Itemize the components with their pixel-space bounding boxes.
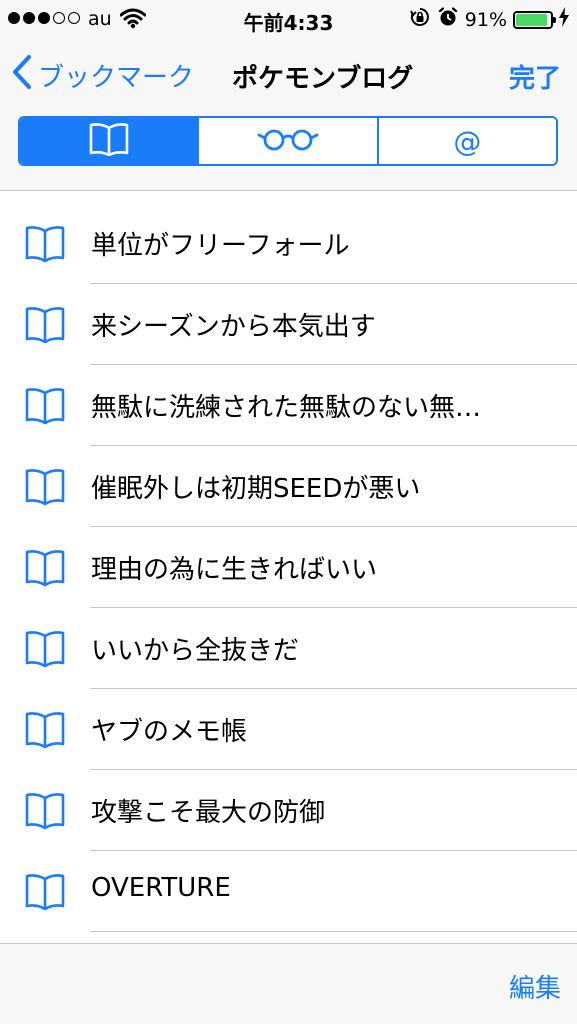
bookmark-row[interactable]: 単位がフリーフォール xyxy=(0,203,577,284)
glasses-icon xyxy=(257,126,319,156)
book-icon xyxy=(24,306,66,344)
book-icon xyxy=(24,225,66,263)
bookmark-title: いいから全抜きだ xyxy=(91,636,300,666)
rotation-lock-icon xyxy=(409,6,431,33)
book-icon xyxy=(24,630,66,668)
top-bar: au 午前4:33 91% ブックマーク ポケモンブログ 完了 @ xyxy=(0,0,577,191)
segment-shared-links[interactable]: @ xyxy=(376,118,556,164)
bookmark-title: 理由の為に生きればいい xyxy=(91,555,378,585)
battery-percent: 91% xyxy=(464,8,507,31)
bookmark-row[interactable]: 理由の為に生きればいい xyxy=(0,527,577,608)
book-icon xyxy=(24,468,66,506)
bookmark-title: 攻撃こそ最大の防御 xyxy=(91,798,326,828)
book-icon xyxy=(24,549,66,587)
back-button-label: ブックマーク xyxy=(38,63,195,93)
bookmark-title: 来シーズンから本気出す xyxy=(91,312,376,342)
bookmark-row[interactable]: いいから全抜きだ xyxy=(0,608,577,689)
battery-icon xyxy=(513,10,556,29)
alarm-icon xyxy=(437,6,459,33)
charging-icon xyxy=(559,7,569,32)
bookmark-row[interactable]: 催眠外しは初期SEEDが悪い xyxy=(0,446,577,527)
bookmark-row[interactable]: 攻撃こそ最大の防御 xyxy=(0,770,577,851)
book-icon xyxy=(24,873,66,911)
at-icon: @ xyxy=(453,124,482,158)
bookmark-row[interactable]: 無駄に洗練された無駄のない無… xyxy=(0,365,577,446)
segment-bookmarks[interactable] xyxy=(20,118,198,164)
back-button[interactable]: ブックマーク xyxy=(12,54,194,97)
screen: au 午前4:33 91% ブックマーク ポケモンブログ 完了 @ 単位がフリー… xyxy=(0,0,577,1024)
book-icon xyxy=(24,792,66,830)
navigation-bar: ブックマーク ポケモンブログ 完了 xyxy=(0,46,577,106)
bookmark-title: 無駄に洗練された無駄のない無… xyxy=(91,393,482,423)
segmented-control: @ xyxy=(18,116,558,166)
battery-fill xyxy=(516,13,547,26)
done-button[interactable]: 完了 xyxy=(509,58,561,95)
bookmark-title: ヤブのメモ帳 xyxy=(91,717,248,747)
book-icon xyxy=(24,711,66,749)
status-bar: au 午前4:33 91% xyxy=(0,0,577,40)
bookmark-row[interactable]: 来シーズンから本気出す xyxy=(0,284,577,365)
book-icon xyxy=(24,387,66,425)
segment-reading-list[interactable] xyxy=(197,118,376,164)
bookmark-title: 単位がフリーフォール xyxy=(91,231,350,261)
bookmark-row[interactable]: ヤブのメモ帳 xyxy=(0,689,577,770)
bottom-toolbar: 編集 xyxy=(0,943,577,1024)
book-icon xyxy=(88,122,130,160)
bookmark-row[interactable]: OVERTURE xyxy=(0,851,577,932)
edit-button[interactable]: 編集 xyxy=(509,968,561,1005)
page-title: ポケモンブログ xyxy=(232,64,414,94)
battery-cap xyxy=(553,16,556,23)
chevron-left-icon xyxy=(12,54,32,97)
bookmark-title: OVERTURE xyxy=(91,873,231,903)
status-right: 91% xyxy=(409,6,569,33)
bookmark-list: 単位がフリーフォール 来シーズンから本気出す無駄に洗練された無駄のない無… 催眠外し… xyxy=(0,203,577,932)
bookmark-title: 催眠外しは初期SEEDが悪い xyxy=(91,474,421,504)
